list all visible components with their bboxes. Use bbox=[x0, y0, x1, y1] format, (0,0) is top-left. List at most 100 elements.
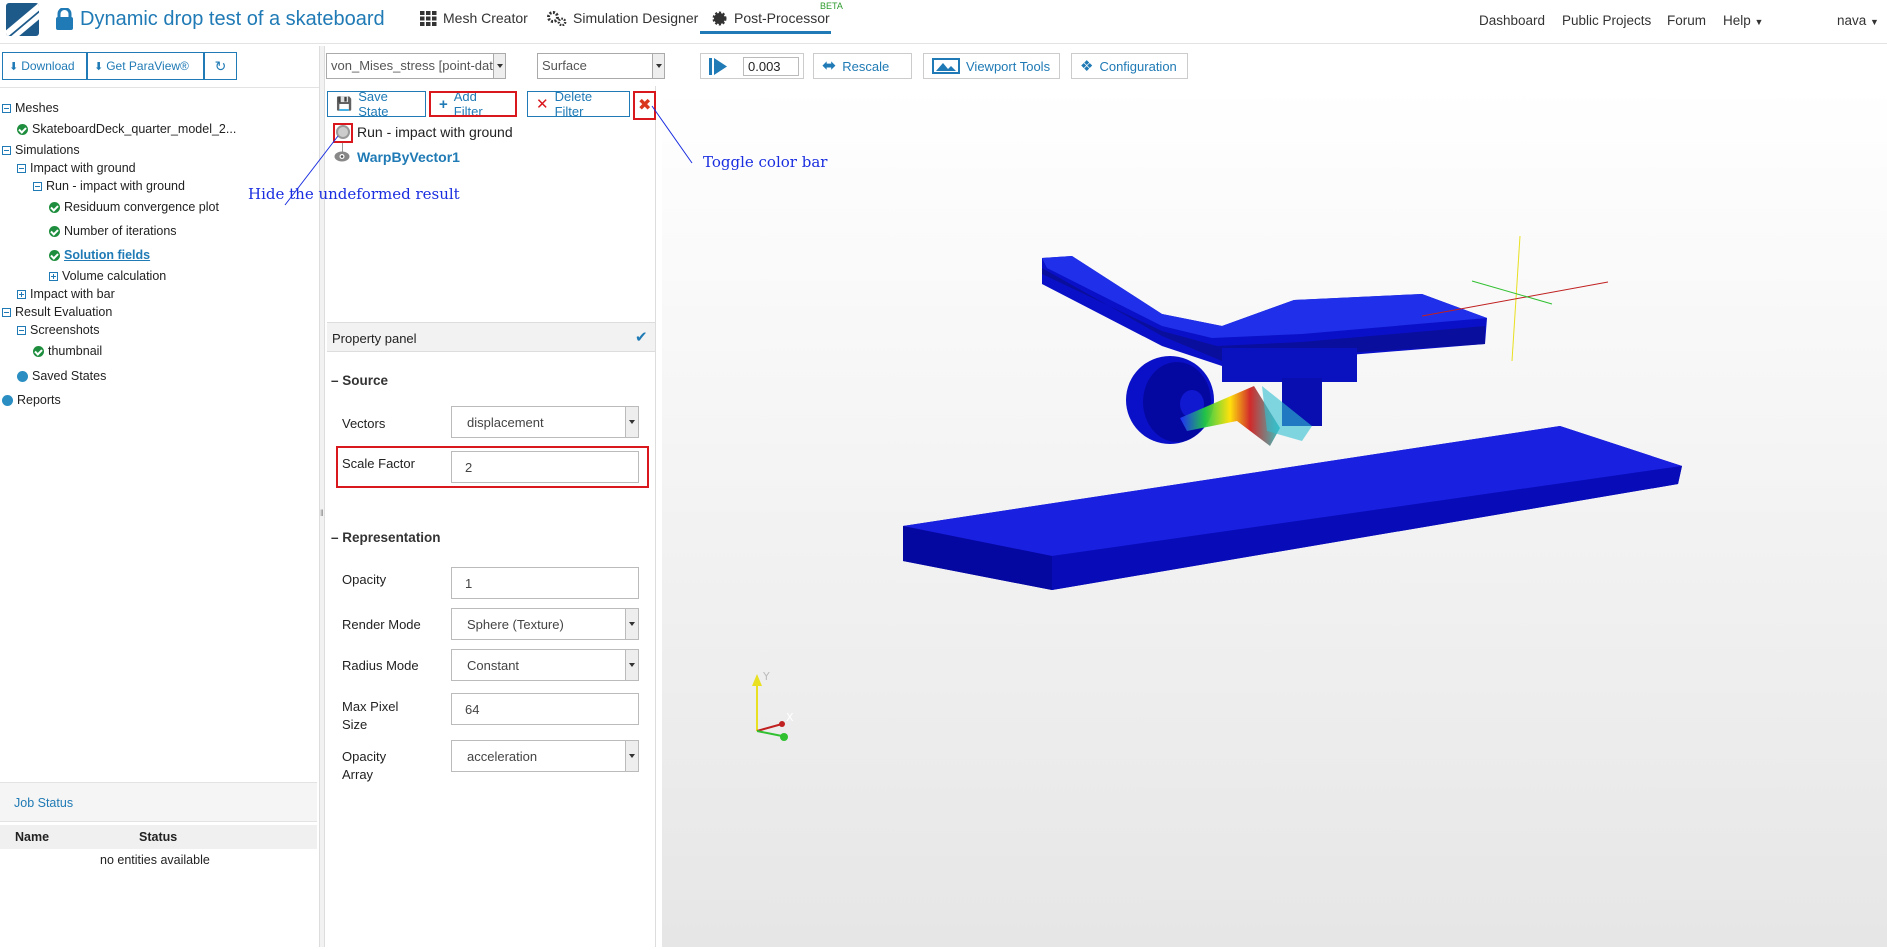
wrench-icon: ❖ bbox=[1080, 58, 1094, 75]
max-pixel-label-1: Max Pixel bbox=[342, 699, 399, 714]
viewport-tools-label: Viewport Tools bbox=[966, 58, 1051, 74]
grid-icon bbox=[420, 10, 437, 26]
tree-screenshots[interactable]: Screenshots bbox=[17, 323, 99, 337]
tree-result-eval[interactable]: Result Evaluation bbox=[2, 305, 112, 319]
field-select[interactable]: von_Mises_stress [point-data] bbox=[326, 53, 506, 79]
state-dot-icon bbox=[2, 394, 13, 406]
apply-check-icon[interactable]: ✔ bbox=[635, 328, 648, 346]
opacity-array-select[interactable]: acceleration bbox=[451, 740, 639, 772]
collapse-icon[interactable] bbox=[33, 181, 42, 191]
tree-volume-calc[interactable]: Volume calculation bbox=[49, 269, 166, 283]
tab-mesh-creator-label: Mesh Creator bbox=[443, 10, 528, 26]
collapse-icon[interactable] bbox=[17, 163, 26, 173]
section-representation[interactable]: – Representation bbox=[331, 530, 441, 545]
dropdown-arrow-icon bbox=[493, 54, 505, 78]
tree-thumbnail[interactable]: thumbnail bbox=[33, 344, 102, 358]
skateboard-model[interactable] bbox=[662, 86, 1887, 947]
tree-residuum[interactable]: Residuum convergence plot bbox=[49, 200, 219, 214]
rescale-button[interactable]: ⬌ Rescale bbox=[813, 53, 912, 79]
get-paraview-label: Get ParaView® bbox=[106, 59, 189, 73]
link-dashboard[interactable]: Dashboard bbox=[1479, 13, 1545, 28]
active-tab-underline bbox=[700, 31, 831, 34]
expand-icon[interactable] bbox=[49, 271, 58, 281]
get-paraview-button[interactable]: ⬇ Get ParaView® bbox=[87, 52, 204, 80]
representation-select[interactable]: Surface bbox=[537, 53, 665, 79]
tree-mesh-item[interactable]: SkateboardDeck_quarter_model_2... bbox=[17, 122, 236, 136]
opacity-input[interactable]: 1 bbox=[451, 567, 639, 599]
collapse-icon[interactable] bbox=[2, 307, 11, 317]
simscale-logo[interactable] bbox=[6, 3, 39, 36]
tree-label: Volume calculation bbox=[62, 269, 167, 283]
render-mode-select[interactable]: Sphere (Texture) bbox=[451, 608, 639, 640]
job-status-columns: Name Status bbox=[0, 825, 317, 849]
splitter-grip: ‖ bbox=[320, 508, 324, 518]
tree-impact-ground[interactable]: Impact with ground bbox=[17, 161, 136, 175]
refresh-button[interactable]: ↻ bbox=[204, 52, 237, 80]
max-pixel-size-input[interactable]: 64 bbox=[451, 693, 639, 725]
vectors-select[interactable]: displacement bbox=[451, 406, 639, 438]
highlight-add-filter bbox=[429, 91, 517, 117]
job-status-title[interactable]: Job Status bbox=[14, 796, 73, 810]
link-public-projects[interactable]: Public Projects bbox=[1562, 13, 1651, 28]
render-viewport[interactable]: Y X bbox=[662, 86, 1887, 947]
dropdown-arrow-icon bbox=[625, 650, 638, 680]
pipeline-run-item[interactable]: Run - impact with ground bbox=[357, 124, 513, 140]
check-circle-icon bbox=[49, 225, 60, 237]
tree-solution-fields[interactable]: Solution fields bbox=[49, 248, 150, 262]
refresh-icon: ↻ bbox=[214, 57, 227, 74]
dropdown-arrow-icon bbox=[652, 54, 664, 78]
annotation-toggle-color-bar: Toggle color bar bbox=[703, 153, 828, 171]
tree-run[interactable]: Run - impact with ground bbox=[33, 179, 185, 193]
tree-impact-bar[interactable]: Impact with bar bbox=[17, 287, 115, 301]
collapse-icon[interactable] bbox=[17, 325, 26, 335]
collapse-icon[interactable] bbox=[2, 145, 11, 155]
section-representation-label: Representation bbox=[342, 530, 441, 545]
collapse-dash-icon: – bbox=[331, 373, 339, 388]
pipeline-filter-item[interactable]: WarpByVector1 bbox=[357, 149, 460, 165]
gears-icon bbox=[547, 10, 567, 26]
delete-filter-label: Delete Filter bbox=[554, 89, 593, 119]
tab-simulation-designer[interactable]: Simulation Designer bbox=[547, 10, 698, 26]
max-pixel-label-2: Size bbox=[342, 717, 368, 732]
save-state-label: Save State bbox=[358, 89, 389, 119]
left-toolbar: ⬇ Download ⬇ Get ParaView® ↻ bbox=[2, 52, 237, 80]
expand-icon[interactable] bbox=[17, 289, 26, 299]
tree-label: Saved States bbox=[32, 369, 107, 383]
tab-mesh-creator[interactable]: Mesh Creator bbox=[420, 10, 528, 26]
col-name: Name bbox=[15, 830, 50, 844]
tree-reports[interactable]: Reports bbox=[2, 393, 61, 407]
opacity-array-value: acceleration bbox=[467, 749, 538, 764]
configuration-button[interactable]: ❖ Configuration bbox=[1071, 53, 1188, 79]
opacity-array-label-2: Array bbox=[342, 767, 374, 782]
annotation-hide-undeformed: Hide the undeformed result bbox=[248, 185, 460, 203]
link-forum[interactable]: Forum bbox=[1667, 13, 1706, 28]
tree-label: Number of iterations bbox=[64, 224, 177, 238]
play-icon[interactable] bbox=[709, 58, 727, 75]
download-icon: ⬇ bbox=[94, 60, 104, 73]
delete-filter-button[interactable]: ✕ Delete Filter bbox=[527, 89, 630, 119]
check-circle-icon bbox=[33, 345, 44, 357]
section-source[interactable]: – Source bbox=[331, 373, 388, 388]
tree-saved-states[interactable]: Saved States bbox=[17, 369, 106, 383]
viewport-tools-button[interactable]: Viewport Tools bbox=[923, 53, 1060, 79]
link-help[interactable]: Help ▼ bbox=[1723, 13, 1763, 28]
gear-dark-icon bbox=[712, 11, 727, 25]
tree-meshes[interactable]: Meshes bbox=[2, 101, 59, 115]
tree-label: thumbnail bbox=[48, 344, 103, 358]
col-status: Status bbox=[139, 830, 178, 844]
download-icon: ⬇ bbox=[9, 60, 19, 73]
tree-label: Solution fields bbox=[64, 248, 151, 262]
user-menu[interactable]: nava ▼ bbox=[1837, 13, 1879, 28]
save-state-button[interactable]: 💾 Save State bbox=[327, 89, 426, 119]
check-circle-icon bbox=[49, 201, 60, 213]
tree-simulations[interactable]: Simulations bbox=[2, 143, 80, 157]
time-value-input[interactable]: 0.003 bbox=[743, 57, 799, 76]
tree-label: Run - impact with ground bbox=[46, 179, 185, 193]
tab-post-processor[interactable]: Post-Processor bbox=[711, 10, 830, 26]
radius-mode-select[interactable]: Constant bbox=[451, 649, 639, 681]
download-button[interactable]: ⬇ Download bbox=[2, 52, 87, 80]
image-icon bbox=[932, 58, 960, 74]
tree-label: SkateboardDeck_quarter_model_2... bbox=[32, 122, 237, 136]
tree-iterations[interactable]: Number of iterations bbox=[49, 224, 177, 238]
collapse-icon[interactable] bbox=[2, 103, 11, 113]
